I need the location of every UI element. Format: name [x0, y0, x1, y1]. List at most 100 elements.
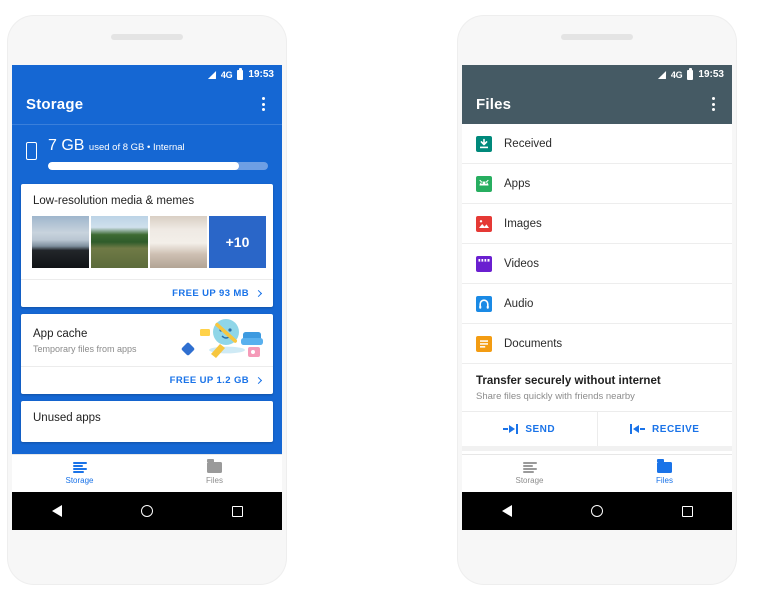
- nav-recents-icon[interactable]: [231, 505, 243, 517]
- receive-button[interactable]: RECEIVE: [596, 412, 733, 446]
- signal-triangle-icon: [657, 70, 666, 79]
- battery-icon: [237, 67, 244, 80]
- status-bar: 4G 19:53: [12, 65, 282, 84]
- files-app: 4G 19:53 Files Received Apps Images Vide…: [462, 65, 732, 511]
- free-up-media-button[interactable]: FREE UP 93 MB: [21, 279, 273, 307]
- thumbnail-cat-photo[interactable]: [150, 216, 207, 268]
- document-icon: [476, 335, 492, 352]
- thumbnail-overflow-badge[interactable]: +10: [209, 216, 266, 268]
- arrow-receive-icon: [630, 424, 646, 434]
- page-title: Files: [476, 95, 512, 113]
- clock-label: 19:53: [698, 69, 724, 80]
- tab-files-label: Files: [656, 476, 673, 485]
- nav-recents-icon[interactable]: [681, 505, 693, 517]
- network-type-label: 4G: [220, 69, 233, 80]
- tab-files[interactable]: Files: [147, 455, 282, 492]
- nav-home-icon[interactable]: [140, 505, 153, 517]
- kebab-menu-icon[interactable]: [709, 94, 718, 114]
- folder-icon: [657, 459, 672, 473]
- list-item-videos[interactable]: Videos: [462, 244, 732, 284]
- android-apps-icon: [476, 175, 492, 192]
- status-bar: 4G 19:53: [462, 65, 732, 84]
- card-low-resolution-media[interactable]: Low-resolution media & memes +10 FREE UP…: [21, 184, 273, 307]
- storage-list-icon: [522, 462, 537, 473]
- list-item-label: Audio: [504, 297, 534, 310]
- transfer-title: Transfer securely without internet: [476, 375, 661, 387]
- earpiece-speaker: [111, 34, 183, 40]
- clock-label: 19:53: [248, 69, 274, 80]
- phone-screen-storage: 4G 19:53 Storage 7 GB used of 8 GB • Int…: [12, 65, 282, 530]
- nav-back-icon[interactable]: [51, 505, 62, 517]
- tab-storage[interactable]: Storage: [12, 455, 147, 492]
- storage-summary: 7 GB used of 8 GB • Internal: [12, 124, 282, 184]
- phone-icon: [26, 142, 37, 160]
- file-category-list: Received Apps Images Videos Audio Docume…: [462, 124, 732, 364]
- storage-detail-label: used of 8 GB • Internal: [88, 142, 185, 153]
- free-up-media-label: FREE UP 93 MB: [172, 288, 249, 299]
- send-label: SEND: [525, 423, 556, 435]
- list-item-label: Received: [504, 137, 552, 150]
- card-subtitle: Temporary files from apps: [33, 343, 137, 354]
- list-item-images[interactable]: Images: [462, 204, 732, 244]
- storage-progress-fill: [48, 162, 240, 170]
- storage-used-value: 7 GB: [48, 137, 85, 154]
- transfer-subtitle: Share files quickly with friends nearby: [476, 391, 635, 402]
- nav-home-icon[interactable]: [590, 505, 603, 517]
- phone-device-right: 4G 19:53 Files Received Apps Images Vide…: [458, 16, 736, 584]
- arrow-send-icon: [503, 424, 519, 434]
- storage-progress-bar: [48, 162, 268, 170]
- received-download-icon: [476, 135, 492, 152]
- app-bar-storage: Storage: [12, 84, 282, 124]
- image-icon: [476, 215, 492, 232]
- transfer-actions: SEND RECEIVE: [462, 411, 732, 446]
- section-divider: [462, 446, 732, 451]
- nav-back-icon[interactable]: [501, 505, 512, 517]
- list-item-received[interactable]: Received: [462, 124, 732, 164]
- app-bar-files: Files: [462, 84, 732, 124]
- tab-storage[interactable]: Storage: [462, 455, 597, 492]
- free-up-cache-label: FREE UP 1.2 GB: [169, 375, 249, 386]
- tab-files[interactable]: Files: [597, 455, 732, 492]
- send-button[interactable]: SEND: [462, 412, 597, 446]
- card-title: Low-resolution media & memes: [33, 195, 195, 207]
- thumbnail-beach-photo[interactable]: [32, 216, 89, 268]
- thumbnail-crowd-photo[interactable]: [91, 216, 148, 268]
- phone-device-left: 4G 19:53 Storage 7 GB used of 8 GB • Int…: [8, 16, 286, 584]
- android-nav-bar-left: [12, 492, 282, 530]
- phone-screen-files: 4G 19:53 Files Received Apps Images Vide…: [462, 65, 732, 530]
- battery-icon: [687, 67, 694, 80]
- receive-label: RECEIVE: [652, 423, 700, 435]
- list-item-label: Videos: [504, 257, 539, 270]
- storage-app: 4G 19:53 Storage 7 GB used of 8 GB • Int…: [12, 65, 282, 511]
- list-item-label: Documents: [504, 337, 563, 350]
- broom-cleaning-illustration: [175, 314, 267, 366]
- android-nav-bar-right: [462, 492, 732, 530]
- card-app-cache[interactable]: App cache Temporary files from apps FREE…: [21, 314, 273, 394]
- transfer-promo-section: Transfer securely without internet Share…: [462, 364, 732, 411]
- audio-headphone-icon: [476, 295, 492, 312]
- kebab-menu-icon[interactable]: [259, 94, 268, 114]
- list-item-audio[interactable]: Audio: [462, 284, 732, 324]
- network-type-label: 4G: [670, 69, 683, 80]
- folder-icon: [207, 459, 222, 473]
- page-title: Storage: [26, 95, 84, 113]
- bottom-tab-bar-left: Storage Files: [12, 454, 282, 492]
- earpiece-speaker: [561, 34, 633, 40]
- tab-files-label: Files: [206, 476, 223, 485]
- tab-storage-label: Storage: [515, 476, 544, 485]
- free-up-cache-button[interactable]: FREE UP 1.2 GB: [21, 366, 273, 394]
- chevron-right-icon: [254, 376, 263, 385]
- card-unused-apps[interactable]: Unused apps: [21, 401, 273, 442]
- list-item-label: Apps: [504, 177, 531, 190]
- storage-card-list: Low-resolution media & memes +10 FREE UP…: [12, 184, 282, 442]
- screenshot-canvas: 4G 19:53 Storage 7 GB used of 8 GB • Int…: [0, 0, 766, 600]
- chevron-right-icon: [254, 289, 263, 298]
- video-clapper-icon: [476, 255, 492, 272]
- list-item-label: Images: [504, 217, 542, 230]
- tab-storage-label: Storage: [65, 476, 94, 485]
- list-item-documents[interactable]: Documents: [462, 324, 732, 364]
- list-item-apps[interactable]: Apps: [462, 164, 732, 204]
- storage-list-icon: [72, 462, 87, 473]
- thumbnail-strip: +10: [21, 216, 273, 279]
- card-title: Unused apps: [33, 412, 101, 424]
